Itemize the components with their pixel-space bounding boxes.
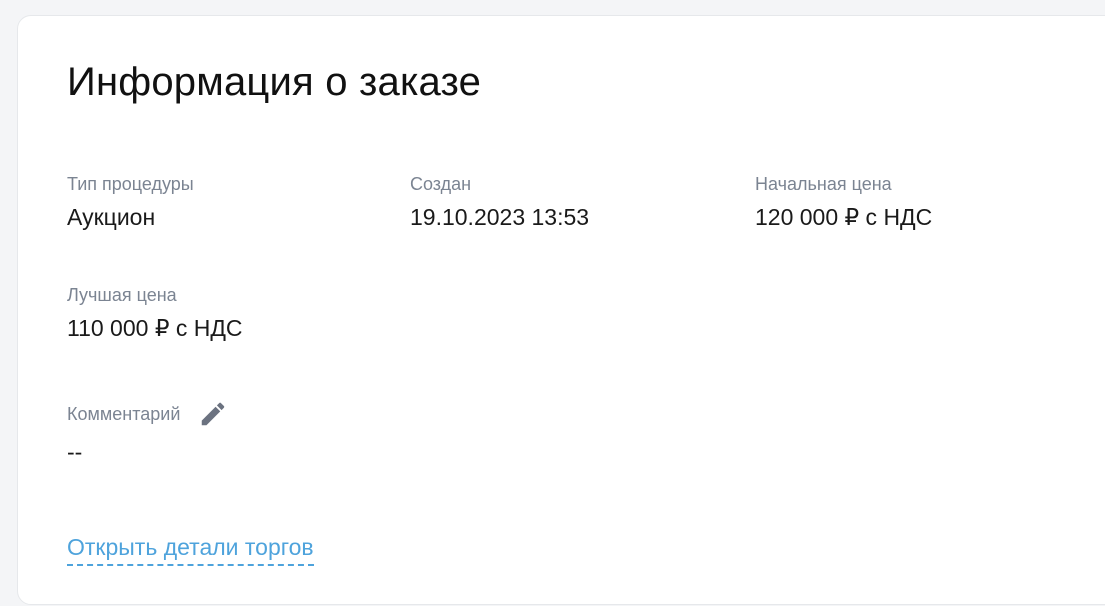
- open-trade-details-link[interactable]: Открыть детали торгов: [67, 533, 314, 566]
- initial-price-field: Начальная цена 120 000 ₽ с НДС: [755, 173, 932, 231]
- initial-price-value: 120 000 ₽ с НДС: [755, 204, 933, 230]
- best-price-field: Лучшая цена 110 000 ₽ с НДС: [67, 284, 243, 342]
- comment-value: --: [67, 439, 83, 465]
- created-value: 19.10.2023 13:53: [410, 204, 590, 230]
- procedure-type-label: Тип процедуры: [67, 174, 194, 194]
- created-field: Создан 19.10.2023 13:53: [410, 173, 589, 231]
- card-title: Информация о заказе: [67, 60, 482, 104]
- best-price-value: 110 000 ₽ с НДС: [67, 315, 243, 341]
- created-label: Создан: [410, 174, 472, 194]
- comment-label: Комментарий: [67, 404, 181, 424]
- comment-field: Комментарий --: [67, 399, 228, 465]
- best-price-label: Лучшая цена: [67, 285, 177, 305]
- initial-price-label: Начальная цена: [755, 174, 892, 194]
- order-info-card: Информация о заказе Тип процедуры Аукцио…: [17, 15, 1105, 605]
- comment-label-row: Комментарий: [67, 399, 228, 429]
- procedure-type-value: Аукцион: [67, 204, 156, 230]
- pencil-icon[interactable]: [198, 399, 228, 429]
- procedure-type-field: Тип процедуры Аукцион: [67, 173, 194, 231]
- pencil-icon-svg: [202, 402, 225, 426]
